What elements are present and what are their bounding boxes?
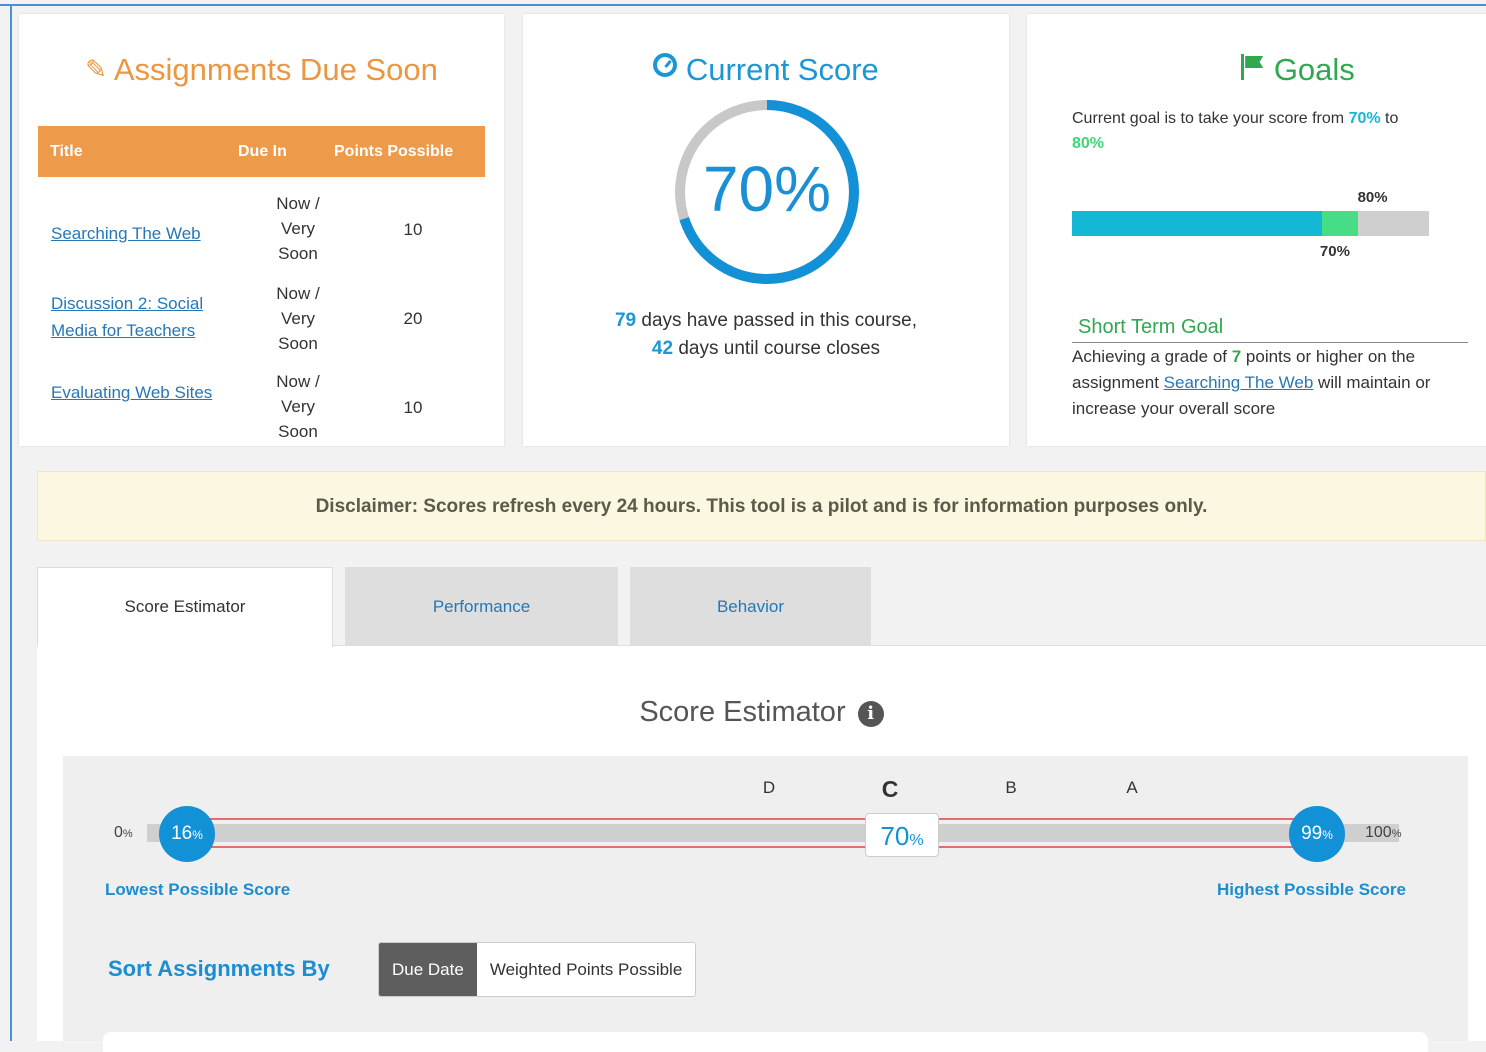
table-row: Searching The Web Now / Very Soon 10: [38, 194, 485, 274]
highest-score-handle[interactable]: 99%: [1289, 806, 1345, 862]
window-left-border: [10, 4, 12, 1041]
points-value: 20: [403, 309, 423, 328]
assignment-link[interactable]: Searching The Web: [51, 220, 231, 247]
disclaimer-text: Disclaimer: Scores refresh every 24 hour…: [315, 496, 1208, 517]
goal-target-fill: [1321, 211, 1358, 236]
disclaimer-banner: Disclaimer: Scores refresh every 24 hour…: [37, 471, 1486, 541]
sort-due-date-button[interactable]: Due Date: [379, 943, 477, 996]
due-in-value: Now / Very Soon: [276, 372, 320, 441]
current-score-marker: 70%: [865, 813, 939, 857]
assignment-link[interactable]: Evaluating Web Sites: [51, 379, 231, 406]
lowest-score-handle[interactable]: 16%: [159, 806, 215, 862]
goal-progress-bar: [1072, 211, 1429, 236]
goal-description: Current goal is to take your score from …: [1072, 110, 1399, 152]
score-estimator-title: Score Estimator i: [37, 696, 1486, 729]
goal-current-label: 70%: [1319, 243, 1350, 260]
assignments-due-card: ✎ Assignments Due Soon Title Due In Poin…: [19, 14, 504, 446]
goals-card: Goals Current goal is to take your score…: [1027, 14, 1486, 446]
points-value: 10: [403, 220, 423, 239]
goal-current-fill: [1072, 211, 1322, 236]
slider-min-label: 0%: [114, 824, 133, 841]
assignments-due-title: ✎ Assignments Due Soon: [85, 52, 438, 87]
flag-icon: [1239, 54, 1265, 80]
score-estimator-area: D C B A 0% 100% 16% 99% 70% Lowest Possi…: [63, 756, 1468, 1052]
column-header-points-possible: Points Possible: [334, 143, 454, 160]
tab-score-estimator[interactable]: Score Estimator: [37, 567, 333, 647]
table-row: Discussion 2: Social Media for Teachers …: [38, 284, 485, 364]
goal-target-label: 80%: [1357, 189, 1388, 206]
points-value: 10: [403, 398, 423, 417]
due-in-value: Now / Very Soon: [276, 284, 320, 353]
assignment-link[interactable]: Discussion 2: Social Media for Teachers: [51, 290, 231, 344]
current-score-card: Current Score 70% 79 days have passed in…: [523, 14, 1009, 446]
pencil-icon: ✎: [85, 54, 107, 84]
goals-title: Goals: [1027, 52, 1486, 88]
grade-marker-d: D: [762, 778, 776, 797]
tab-behavior[interactable]: Behavior: [630, 567, 871, 645]
tab-performance[interactable]: Performance: [345, 567, 618, 645]
short-term-assignment-link[interactable]: Searching The Web: [1164, 373, 1314, 392]
days-left-text: 42 days until course closes: [651, 338, 881, 359]
window-top-border: [0, 4, 1486, 6]
grade-marker-a: A: [1126, 778, 1138, 797]
lowest-score-label: Lowest Possible Score: [105, 880, 291, 899]
dashboard-icon: [653, 53, 678, 77]
info-icon[interactable]: i: [857, 701, 884, 727]
short-term-goal-text: Achieving a grade of 7 points or higher …: [1072, 347, 1431, 418]
current-score-title: Current Score: [523, 52, 1009, 88]
days-passed-text: 79 days have passed in this course,: [614, 310, 918, 331]
short-term-goal-title: Short Term Goal: [1078, 316, 1224, 338]
score-value: 70%: [702, 153, 832, 225]
sort-toggle-group: Due Date Weighted Points Possible: [378, 942, 697, 997]
assignments-table-header: Title Due In Points Possible: [38, 126, 485, 177]
table-row: Evaluating Web Sites Now / Very Soon 10: [38, 372, 485, 452]
grade-marker-b: B: [1005, 778, 1017, 797]
score-range-track: [186, 818, 1309, 848]
sort-weighted-points-button[interactable]: Weighted Points Possible: [476, 943, 696, 996]
grade-marker-c: C: [881, 776, 899, 802]
column-header-title: Title: [50, 143, 83, 160]
due-in-value: Now / Very Soon: [276, 194, 320, 263]
highest-score-label: Highest Possible Score: [1217, 880, 1406, 899]
slider-max-label: 100%: [1365, 824, 1402, 841]
sort-assignments-label: Sort Assignments By: [108, 956, 330, 981]
assignment-list-container: [103, 1032, 1428, 1052]
short-term-goal-divider: [1072, 342, 1468, 343]
column-header-due-in: Due In: [238, 143, 287, 160]
score-estimator-panel: Score Estimator i D C B A 0% 100% 16% 99…: [37, 646, 1486, 1052]
